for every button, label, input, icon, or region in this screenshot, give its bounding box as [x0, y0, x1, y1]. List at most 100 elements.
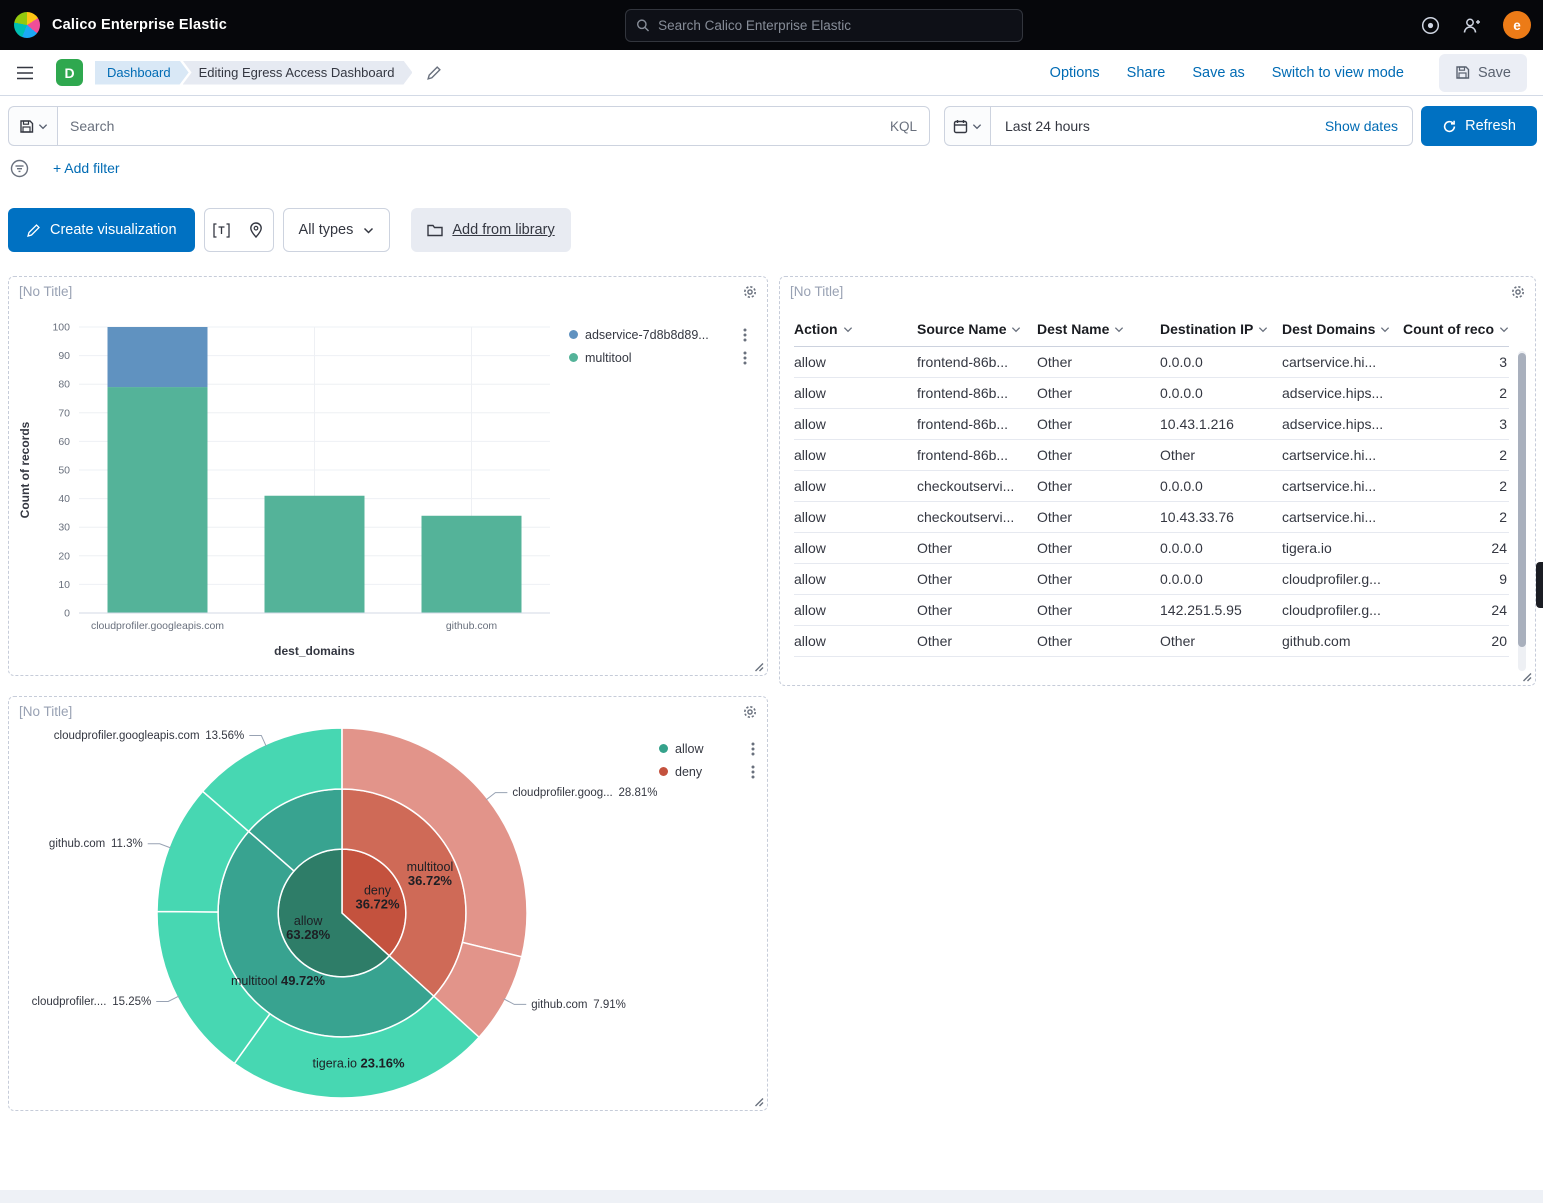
table-cell: Other	[1037, 378, 1160, 409]
table-cell: allow	[794, 347, 917, 378]
panel-title[interactable]: [No Title]	[19, 284, 72, 299]
save-button[interactable]: Save	[1439, 54, 1527, 92]
pie-chart-panel: [No Title] deny36.72%allow63.28%multitoo…	[8, 696, 768, 1111]
pie-legend: allow deny	[653, 727, 757, 783]
table-cell: allow	[794, 471, 917, 502]
table-row[interactable]: allowcheckoutservi...Other0.0.0.0cartser…	[794, 471, 1509, 502]
switch-view-mode-link[interactable]: Switch to view mode	[1272, 65, 1404, 81]
panel-settings-icon[interactable]	[1510, 284, 1526, 300]
resize-handle[interactable]	[753, 1096, 764, 1107]
column-header[interactable]: Dest Name	[1037, 313, 1160, 347]
table-cell: frontend-86b...	[917, 409, 1037, 440]
svg-text:tigera.io 23.16%: tigera.io 23.16%	[313, 1056, 405, 1071]
svg-text:50: 50	[58, 465, 70, 477]
save-as-link[interactable]: Save as	[1192, 65, 1244, 81]
column-header[interactable]: Source Name	[917, 313, 1037, 347]
add-text-button[interactable]	[205, 209, 239, 251]
kql-language-button[interactable]: KQL	[890, 119, 917, 134]
page-scrollbar-thumb[interactable]	[1536, 562, 1543, 608]
legend-menu-icon[interactable]	[751, 742, 755, 756]
calendar-icon	[953, 119, 968, 134]
user-avatar[interactable]: e	[1503, 11, 1531, 39]
panel-settings-icon[interactable]	[742, 284, 758, 300]
create-visualization-button[interactable]: Create visualization	[8, 208, 195, 252]
table-row[interactable]: allowfrontend-86b...OtherOthercartservic…	[794, 440, 1509, 471]
table-cell: checkoutservi...	[917, 471, 1037, 502]
show-dates-link[interactable]: Show dates	[1325, 118, 1398, 134]
table-cell: Other	[1037, 595, 1160, 626]
add-from-library-button[interactable]: Add from library	[411, 208, 570, 252]
legend-item[interactable]: allow	[659, 737, 755, 760]
table-cell: 20	[1403, 626, 1509, 657]
column-header[interactable]: Destination IP	[1160, 313, 1282, 347]
filter-icon[interactable]	[10, 159, 29, 178]
table-row[interactable]: allowOtherOther0.0.0.0cloudprofiler.g...…	[794, 564, 1509, 595]
table-cell: checkoutservi...	[917, 502, 1037, 533]
table-body: allowfrontend-86b...Other0.0.0.0cartserv…	[794, 347, 1509, 657]
options-link[interactable]: Options	[1050, 65, 1100, 81]
table-cell: adservice.hips...	[1282, 409, 1403, 440]
table-cell: 2	[1403, 471, 1509, 502]
share-link[interactable]: Share	[1127, 65, 1166, 81]
sort-chevron-icon	[1380, 326, 1390, 333]
saved-query-menu-button[interactable]	[8, 106, 57, 146]
edit-title-icon[interactable]	[426, 65, 442, 81]
table-cell: 142.251.5.95	[1160, 595, 1282, 626]
all-types-dropdown[interactable]: All types	[283, 208, 391, 252]
table-cell: Other	[1037, 564, 1160, 595]
dashboard-app-icon[interactable]: D	[56, 59, 83, 86]
breadcrumb-dashboard[interactable]: Dashboard	[95, 61, 189, 85]
legend-swatch	[659, 767, 668, 776]
svg-text:40: 40	[58, 493, 70, 505]
global-search[interactable]	[625, 9, 1023, 42]
help-icon[interactable]	[1421, 16, 1440, 35]
table-scrollbar[interactable]	[1518, 351, 1526, 671]
table-row[interactable]: allowOtherOtherOthergithub.com20	[794, 626, 1509, 657]
add-control-button[interactable]	[239, 209, 273, 251]
users-icon[interactable]	[1462, 17, 1481, 34]
table-scrollbar-thumb[interactable]	[1518, 353, 1526, 647]
date-picker-menu-button[interactable]	[944, 106, 991, 146]
kql-search-input[interactable]	[70, 118, 882, 134]
edit-toolbar: Create visualization All types Add from …	[8, 208, 571, 252]
legend-menu-icon[interactable]	[743, 351, 747, 365]
saved-query-icon	[19, 119, 34, 134]
table-cell: Other	[1037, 440, 1160, 471]
table-row[interactable]: allowOtherOther142.251.5.95cloudprofiler…	[794, 595, 1509, 626]
legend-label: deny	[675, 765, 744, 779]
kql-search-box[interactable]: KQL	[57, 106, 930, 146]
menu-icon[interactable]	[16, 66, 34, 80]
svg-text:github.com: github.com	[446, 620, 498, 632]
global-search-input[interactable]	[658, 18, 1012, 33]
legend-menu-icon[interactable]	[751, 765, 755, 779]
svg-text:70: 70	[58, 407, 70, 419]
svg-text:0: 0	[64, 608, 70, 620]
column-header[interactable]: Action	[794, 313, 917, 347]
bar-chart-svg[interactable]: 0102030405060708090100cloudprofiler.goog…	[15, 313, 563, 665]
column-header[interactable]: Dest Domains	[1282, 313, 1403, 347]
table-cell: frontend-86b...	[917, 347, 1037, 378]
table-row[interactable]: allowfrontend-86b...Other10.43.1.216adse…	[794, 409, 1509, 440]
add-filter-link[interactable]: + Add filter	[53, 160, 120, 176]
column-header[interactable]: Count of reco	[1403, 313, 1509, 347]
table-row[interactable]: allowfrontend-86b...Other0.0.0.0adservic…	[794, 378, 1509, 409]
table-row[interactable]: allowcheckoutservi...Other10.43.33.76car…	[794, 502, 1509, 533]
legend-item[interactable]: deny	[659, 760, 755, 783]
legend-menu-icon[interactable]	[743, 328, 747, 342]
resize-handle[interactable]	[1521, 671, 1532, 682]
refresh-button[interactable]: Refresh	[1421, 106, 1537, 146]
resize-handle[interactable]	[753, 661, 764, 672]
table-cell: 10.43.33.76	[1160, 502, 1282, 533]
svg-text:github.com 7.91%: github.com 7.91%	[531, 999, 626, 1011]
legend-item[interactable]: multitool	[569, 346, 747, 369]
nav-actions: Options Share Save as Switch to view mod…	[1050, 54, 1527, 92]
panel-title[interactable]: [No Title]	[790, 284, 843, 299]
time-range-field[interactable]: Last 24 hours Show dates	[991, 106, 1413, 146]
legend-item[interactable]: adservice-7d8b8d89...	[569, 323, 747, 346]
table-row[interactable]: allowfrontend-86b...Other0.0.0.0cartserv…	[794, 347, 1509, 378]
legend-label: adservice-7d8b8d89...	[585, 328, 736, 342]
table-cell: allow	[794, 626, 917, 657]
folder-icon	[427, 223, 443, 237]
table-row[interactable]: allowOtherOther0.0.0.0tigera.io24	[794, 533, 1509, 564]
lens-icon	[26, 223, 41, 238]
